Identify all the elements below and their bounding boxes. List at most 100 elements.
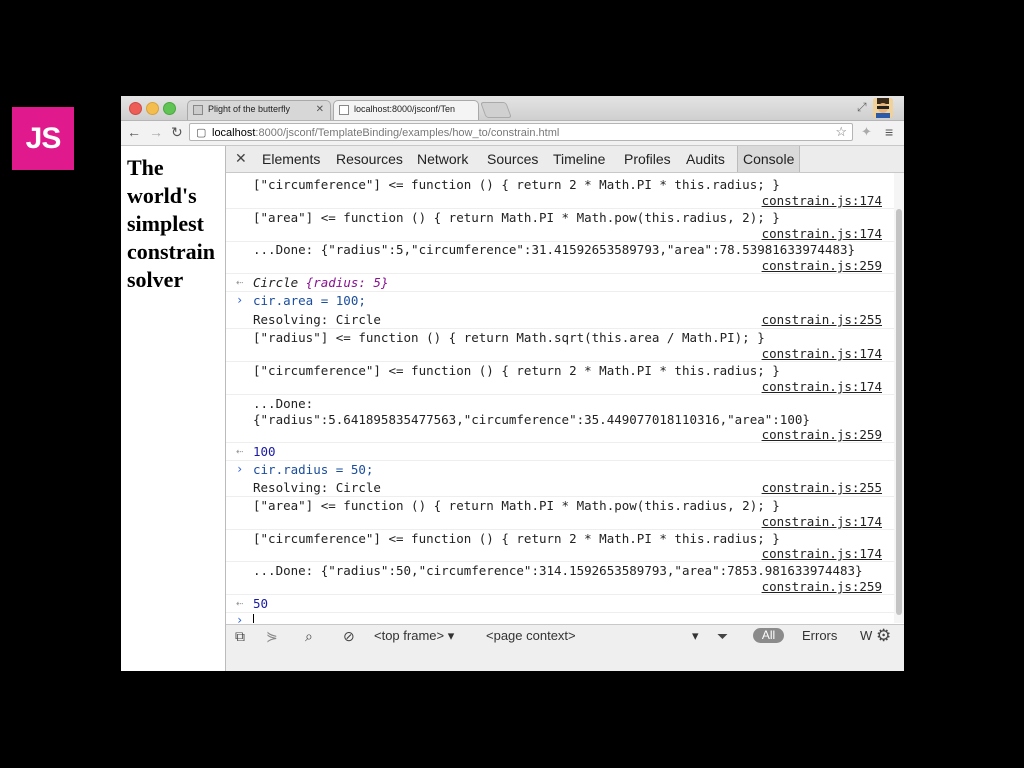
devtools-panel: ✕ Elements Resources Network Sources Tim… [226, 146, 904, 671]
console-divider [226, 394, 894, 395]
page-favicon-icon [339, 105, 349, 115]
tab-elements[interactable]: Elements [262, 151, 320, 167]
tab-timeline[interactable]: Timeline [553, 151, 605, 167]
console-divider [226, 442, 894, 443]
console-divider [226, 594, 894, 595]
browser-toolbar: ← → ↻ ▢ localhost:8000/jsconf/TemplateBin… [121, 121, 904, 146]
source-link[interactable]: constrain.js:174 [762, 379, 882, 394]
console-log-line: ["radius"] <= function () { return Math.… [253, 330, 765, 345]
tab-plight-of-the-butterfly[interactable]: Plight of the butterfly ✕ [187, 100, 331, 120]
address-bar[interactable]: ▢ localhost:8000/jsconf/TemplateBinding/e… [189, 123, 853, 141]
result-object: {radius: 5} [305, 275, 389, 290]
forward-arrow-icon[interactable]: → [149, 124, 163, 140]
tab-title: Plight of the butterfly [208, 104, 291, 114]
console-input-caret[interactable] [253, 614, 254, 623]
context-selector-value: <page context> [486, 628, 576, 643]
url-path: :8000/jsconf/TemplateBinding/examples/ho… [255, 127, 560, 139]
source-link[interactable]: constrain.js:255 [762, 480, 882, 495]
tab-profiles[interactable]: Profiles [624, 151, 671, 167]
console-log-line: Resolving: Circle [253, 312, 381, 327]
source-link[interactable]: constrain.js:259 [762, 427, 882, 442]
console-log-line: ...Done: [253, 396, 314, 411]
console-log-line: Resolving: Circle [253, 480, 381, 495]
source-link[interactable]: constrain.js:174 [762, 514, 882, 529]
source-link[interactable]: constrain.js:174 [762, 193, 882, 208]
new-tab-button[interactable] [480, 102, 512, 118]
console-log-line: ["area"] <= function () { return Math.PI… [253, 210, 780, 225]
console-divider [226, 529, 894, 530]
filter-errors-button[interactable]: Errors [802, 628, 837, 643]
console-scrollbar[interactable] [894, 173, 904, 623]
context-selector[interactable]: <page context> [486, 628, 576, 643]
page-info-icon[interactable]: ▢ [196, 124, 206, 142]
console-result[interactable]: 100 [253, 444, 276, 459]
source-link[interactable]: constrain.js:174 [762, 226, 882, 241]
close-window-button[interactable] [129, 102, 142, 115]
bookmark-star-icon[interactable]: ☆ [835, 123, 847, 141]
reload-icon[interactable]: ↻ [171, 124, 183, 141]
filter-all-button[interactable]: All [753, 628, 784, 643]
return-value-icon: ⇠ [236, 596, 244, 610]
frame-selector-value: <top frame> [374, 628, 445, 643]
page-title-line: simplest [127, 211, 204, 236]
menu-icon[interactable]: ≡ [885, 124, 893, 140]
minimize-window-button[interactable] [146, 102, 159, 115]
tab-sources[interactable]: Sources [487, 151, 538, 167]
console-result[interactable]: 50 [253, 596, 268, 611]
dock-side-icon[interactable]: ⧉ [235, 628, 245, 645]
console-status-bar: ⧉ ⋟ ⌕ ⊘ <top frame> ▾ <page context> ▾ ⏷… [226, 624, 904, 671]
filter-warnings-button[interactable]: W [860, 628, 872, 643]
url-host: localhost [212, 127, 256, 139]
devtools-tab-bar: ✕ Elements Resources Network Sources Tim… [226, 146, 904, 173]
page-title: The world's simplest constrain solver [121, 146, 225, 294]
page-content: The world's simplest constrain solver [121, 146, 226, 671]
console-divider [226, 496, 894, 497]
zoom-window-button[interactable] [163, 102, 176, 115]
source-link[interactable]: constrain.js:255 [762, 312, 882, 327]
console-divider [226, 273, 894, 274]
prompt-chevron-icon: › [236, 462, 244, 476]
extension-icon[interactable]: ✦ [861, 124, 872, 140]
show-drawer-icon[interactable]: ⋟ [266, 628, 278, 645]
scrollbar-thumb[interactable] [896, 209, 902, 615]
tab-console[interactable]: Console [737, 146, 801, 172]
console-divider [226, 208, 894, 209]
console-divider [226, 460, 894, 461]
console-command: cir.radius = 50; [253, 462, 374, 477]
console-log-line: ["circumference"] <= function () { retur… [253, 363, 780, 378]
source-link[interactable]: constrain.js:174 [762, 346, 882, 361]
close-devtools-icon[interactable]: ✕ [235, 150, 247, 167]
page-title-line: solver [127, 267, 184, 292]
return-value-icon: ⇠ [236, 275, 244, 289]
tab-resources[interactable]: Resources [336, 151, 403, 167]
close-tab-icon[interactable]: ✕ [316, 104, 324, 115]
console-log-line: ["circumference"] <= function () { retur… [253, 177, 780, 192]
page-title-line: The [127, 155, 164, 180]
console-divider [226, 612, 894, 613]
result-class-name: Circle [253, 275, 306, 290]
tab-constrain[interactable]: localhost:8000/jsconf/Ten [333, 100, 479, 120]
console-log-line: ...Done: {"radius":5,"circumference":31.… [253, 242, 856, 257]
console-output[interactable]: ["circumference"] <= function () { retur… [226, 173, 894, 623]
search-icon[interactable]: ⌕ [305, 628, 313, 645]
context-dropdown-icon[interactable]: ▾ [692, 628, 699, 644]
tab-network[interactable]: Network [417, 151, 468, 167]
settings-gear-icon[interactable]: ⚙ [876, 626, 891, 646]
filter-icon[interactable]: ⏷ [717, 628, 728, 645]
source-link[interactable]: constrain.js:174 [762, 546, 882, 561]
console-result[interactable]: Circle {radius: 5} [253, 275, 388, 290]
console-divider [226, 291, 894, 292]
source-link[interactable]: constrain.js:259 [762, 579, 882, 594]
source-link[interactable]: constrain.js:259 [762, 258, 882, 273]
console-log-line: {"radius":5.641895835477563,"circumferen… [253, 412, 810, 427]
page-title-line: world's [127, 183, 197, 208]
console-command: cir.area = 100; [253, 293, 366, 308]
back-arrow-icon[interactable]: ← [127, 124, 141, 140]
tab-audits[interactable]: Audits [686, 151, 725, 167]
clear-console-icon[interactable]: ⊘ [343, 628, 355, 645]
frame-selector[interactable]: <top frame> ▾ [374, 628, 454, 644]
user-avatar[interactable] [873, 98, 893, 118]
console-divider [226, 561, 894, 562]
console-log-line: ["circumference"] <= function () { retur… [253, 531, 780, 546]
fullscreen-icon[interactable]: ⤢ [857, 100, 867, 115]
